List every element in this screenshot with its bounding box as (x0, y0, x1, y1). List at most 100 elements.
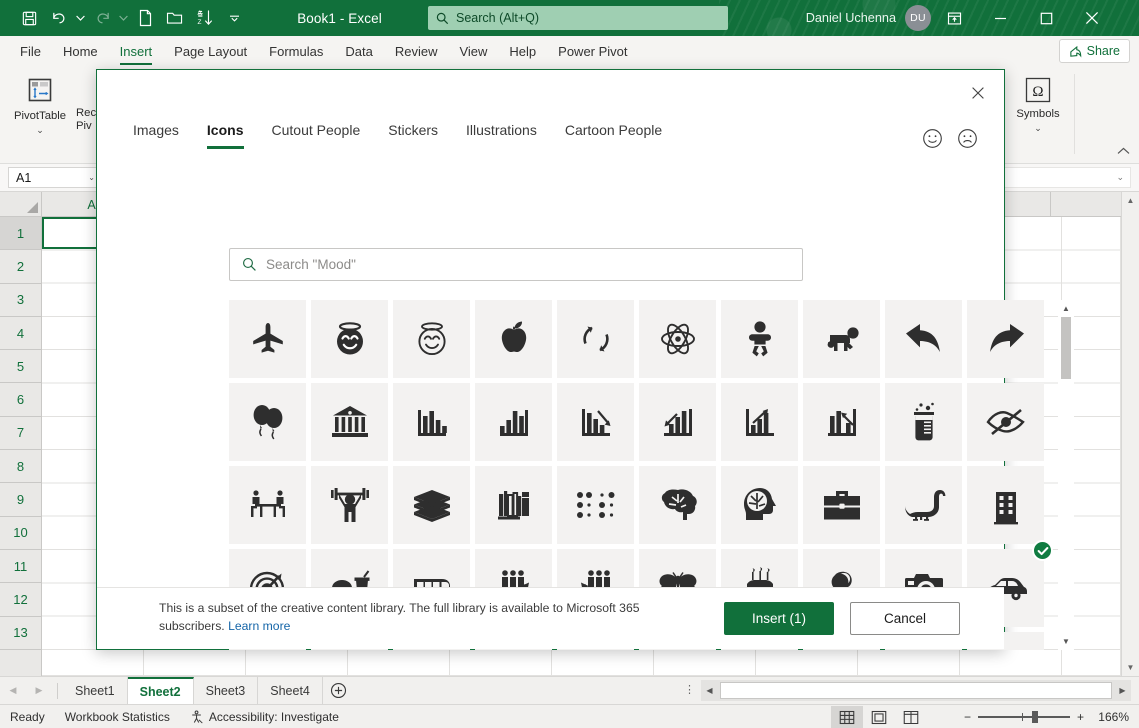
dialog-close-button[interactable] (960, 78, 996, 108)
ribbon-display-options-icon[interactable] (931, 0, 977, 36)
horizontal-scroll-thumb[interactable] (720, 682, 1112, 699)
sheet-nav-prev-icon[interactable]: ◀ (0, 677, 26, 705)
minimize-icon[interactable] (977, 0, 1023, 36)
pivottable-button[interactable]: PivotTable ⌄ (4, 66, 76, 135)
tab-power-pivot[interactable]: Power Pivot (547, 36, 638, 66)
page-break-preview-icon[interactable] (895, 706, 927, 728)
sheet-tab-sheet4[interactable]: Sheet4 (258, 677, 323, 705)
icon-cell-books-stack[interactable] (393, 466, 470, 544)
icon-cell-atom[interactable] (639, 300, 716, 378)
tab-data[interactable]: Data (334, 36, 383, 66)
icon-cell-bookshelf[interactable] (475, 466, 552, 544)
maximize-icon[interactable] (1023, 0, 1069, 36)
row-header-5[interactable]: 5 (0, 350, 41, 383)
sheet-tab-sheet1[interactable]: Sheet1 (63, 677, 128, 705)
icon-cell-baby[interactable] (721, 300, 798, 378)
tab-help[interactable]: Help (498, 36, 547, 66)
dialog-search-input[interactable]: Search "Mood" (229, 248, 803, 281)
icon-cell-bar-chart[interactable] (393, 383, 470, 461)
collapse-ribbon-icon[interactable] (1117, 146, 1130, 158)
icon-cell-baby-crawling[interactable] (803, 300, 880, 378)
scroll-up-icon[interactable]: ▲ (1122, 192, 1139, 209)
customize-qat-icon[interactable] (228, 4, 241, 32)
scroll-right-icon[interactable]: ▶ (1114, 682, 1131, 699)
accessibility-button[interactable]: Accessibility: Investigate (180, 710, 349, 724)
row-header-11[interactable]: 11 (0, 550, 41, 583)
icon-cell-airplane[interactable] (229, 300, 306, 378)
row-header-13[interactable]: 13 (0, 617, 41, 650)
row-header-7[interactable]: 7 (0, 417, 41, 450)
dialog-tab-icons[interactable]: Icons (193, 122, 258, 149)
icon-cell-office-building[interactable] (967, 466, 1044, 544)
icon-cell-bar-chart-arrow-down-left[interactable] (639, 383, 716, 461)
row-header-8[interactable]: 8 (0, 450, 41, 483)
share-button[interactable]: Share (1059, 39, 1130, 63)
undo-dropdown-icon[interactable] (74, 4, 87, 32)
icon-cell-head-brain[interactable] (721, 466, 798, 544)
chevron-down-icon[interactable]: ⌄ (1034, 124, 1042, 133)
sheet-nav-next-icon[interactable]: ▶ (26, 677, 52, 705)
tab-insert[interactable]: Insert (109, 36, 164, 66)
row-header-12[interactable]: 12 (0, 583, 41, 616)
sheet-tab-sheet2[interactable]: Sheet2 (128, 677, 194, 705)
icon-cell-refresh-cycle[interactable] (557, 300, 634, 378)
icon-cell-arrow-back[interactable] (885, 300, 962, 378)
sort-az-icon[interactable]: A Z (190, 4, 220, 32)
tab-view[interactable]: View (448, 36, 498, 66)
row-header-4[interactable]: 4 (0, 317, 41, 350)
redo-dropdown-icon[interactable] (117, 4, 130, 32)
icon-cell-beaker[interactable] (885, 383, 962, 461)
dialog-tab-stickers[interactable]: Stickers (374, 122, 452, 149)
horizontal-scrollbar[interactable]: ◀ ▶ (701, 680, 1131, 701)
chevron-down-icon[interactable]: ⌄ (88, 173, 95, 182)
zoom-level[interactable]: 166% (1091, 710, 1129, 724)
save-icon[interactable] (14, 4, 44, 32)
icon-cell-bar-chart-arrow-up[interactable] (721, 383, 798, 461)
icon-cell-meeting-table[interactable] (229, 466, 306, 544)
avatar[interactable]: DU (905, 5, 931, 31)
sheet-bar-resize-handle[interactable]: ⋮ (684, 683, 696, 696)
cancel-button[interactable]: Cancel (850, 602, 960, 635)
workbook-statistics-button[interactable]: Workbook Statistics (55, 710, 180, 724)
tab-page-layout[interactable]: Page Layout (163, 36, 258, 66)
icon-cell-briefcase[interactable] (803, 466, 880, 544)
dialog-tab-cartoon-people[interactable]: Cartoon People (551, 122, 676, 149)
row-header-3[interactable]: 3 (0, 284, 41, 317)
new-file-icon[interactable] (130, 4, 160, 32)
icon-cell-smiley-halo-filled[interactable] (311, 300, 388, 378)
icon-cell-apple[interactable] (475, 300, 552, 378)
sheet-tab-sheet3[interactable]: Sheet3 (194, 677, 259, 705)
icon-cell-brain[interactable] (639, 466, 716, 544)
row-header-10[interactable]: 10 (0, 517, 41, 550)
chevron-down-icon[interactable]: ⌄ (1116, 172, 1124, 183)
page-layout-view-icon[interactable] (863, 706, 895, 728)
tab-formulas[interactable]: Formulas (258, 36, 334, 66)
name-box[interactable]: A1 ⌄ (8, 167, 100, 188)
smiley-happy-icon[interactable] (922, 128, 943, 149)
row-header-1[interactable]: 1 (0, 217, 41, 250)
dialog-tab-images[interactable]: Images (133, 122, 193, 149)
open-folder-icon[interactable] (160, 4, 190, 32)
insert-button[interactable]: Insert (1) (724, 602, 834, 635)
zoom-in-button[interactable]: + (1077, 710, 1084, 724)
zoom-slider-thumb[interactable] (1032, 711, 1038, 723)
search-input[interactable]: Search (Alt+Q) (428, 6, 728, 30)
row-header-2[interactable]: 2 (0, 250, 41, 283)
row-header-9[interactable]: 9 (0, 483, 41, 516)
smiley-sad-icon[interactable] (957, 128, 978, 149)
icon-cell-smiley-halo-outline[interactable] (393, 300, 470, 378)
scroll-down-icon[interactable]: ▼ (1122, 659, 1139, 676)
zoom-out-button[interactable]: − (964, 710, 971, 724)
scroll-thumb[interactable] (1061, 317, 1071, 379)
undo-icon[interactable] (44, 4, 74, 32)
icon-cell-eye-hidden[interactable] (967, 383, 1044, 461)
icon-cell-arrow-forward[interactable] (967, 300, 1044, 378)
icon-cell-bar-chart-descending-arrow[interactable] (557, 383, 634, 461)
dialog-tab-illustrations[interactable]: Illustrations (452, 122, 551, 149)
chevron-down-icon[interactable]: ⌄ (36, 126, 44, 135)
select-all-corner[interactable] (0, 192, 42, 217)
account-area[interactable]: Daniel Uchenna DU (806, 0, 931, 36)
add-sheet-button[interactable] (323, 677, 355, 705)
symbols-button[interactable]: Ω Symbols ⌄ (1002, 66, 1074, 133)
icon-cell-bar-chart-ascending[interactable] (475, 383, 552, 461)
